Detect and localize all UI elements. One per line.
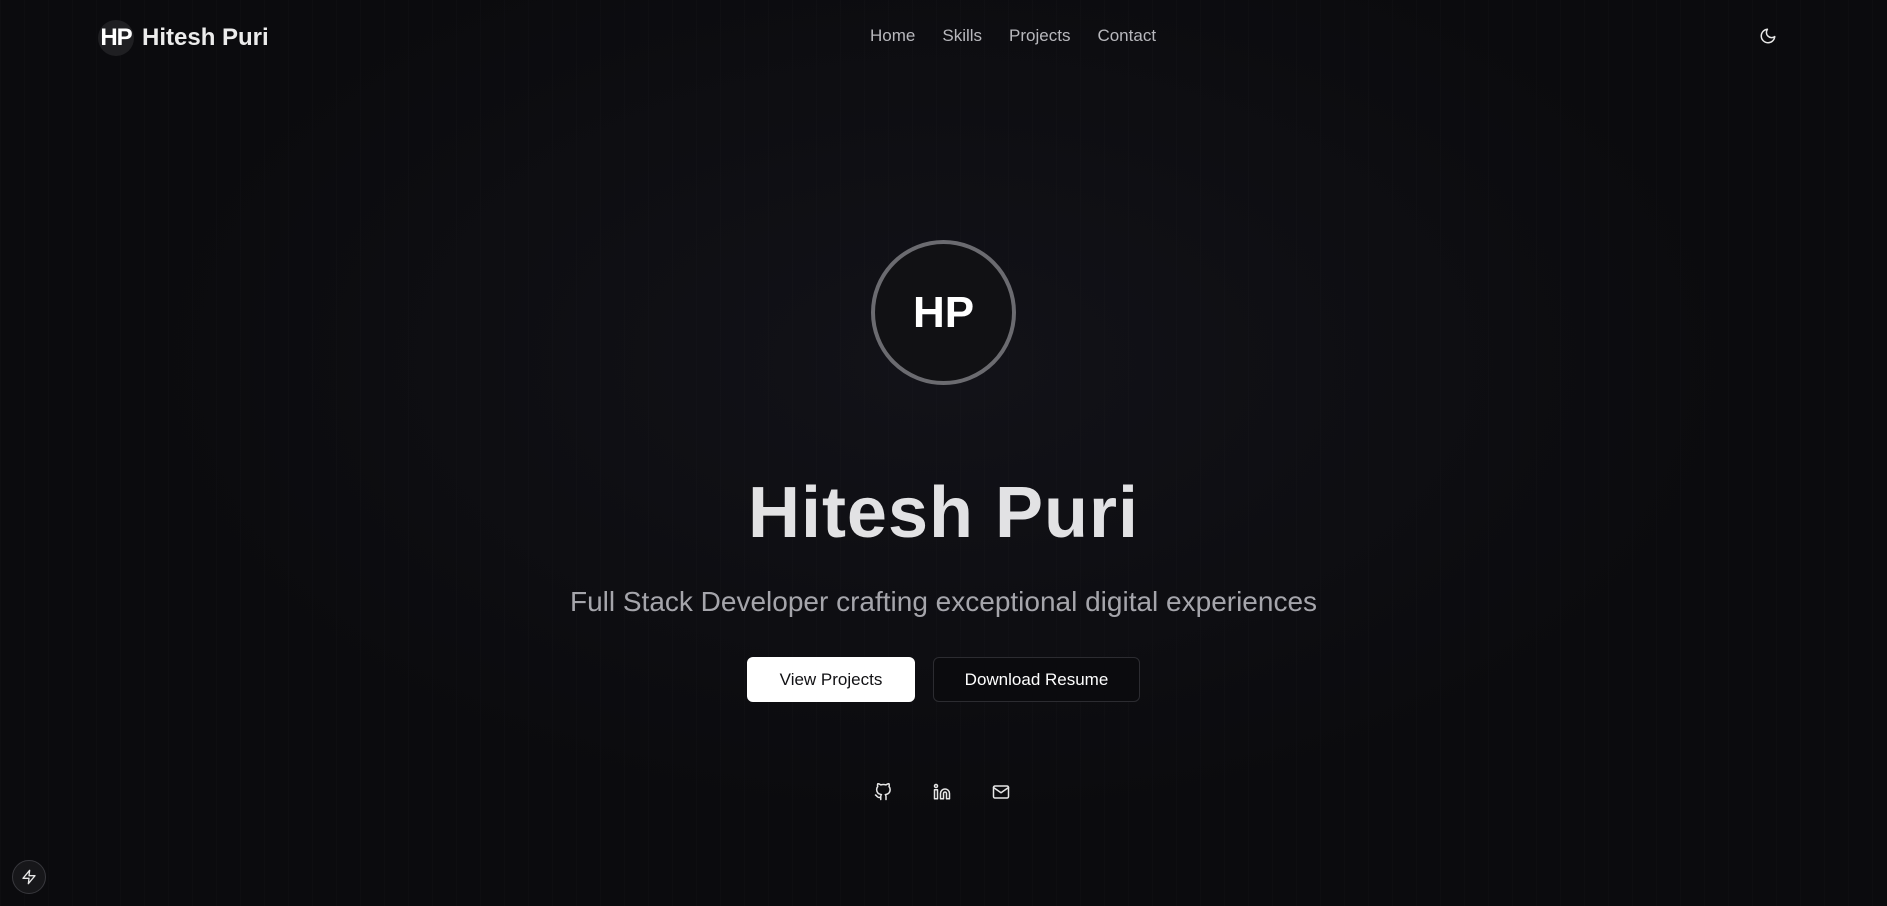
linkedin-icon: [933, 783, 951, 800]
theme-toggle-button[interactable]: [1756, 24, 1780, 48]
nav-link-contact[interactable]: Contact: [1097, 26, 1156, 46]
mail-icon: [992, 785, 1010, 799]
download-resume-button[interactable]: Download Resume: [933, 657, 1140, 702]
hero-tagline: Full Stack Developer crafting exceptiona…: [569, 586, 1318, 617]
brand-logo: HP: [98, 20, 134, 56]
email-link[interactable]: [990, 781, 1012, 803]
brand-name: Hitesh Puri: [142, 24, 269, 51]
moon-icon: [1760, 28, 1776, 44]
hero-title: Hitesh Puri: [747, 473, 1140, 553]
view-projects-button[interactable]: View Projects: [747, 657, 915, 702]
github-link[interactable]: [872, 781, 894, 803]
navbar: HP Hitesh Puri Home Skills Projects Cont…: [0, 0, 1887, 72]
social-links: [872, 781, 1012, 803]
lightning-icon: [22, 869, 36, 885]
github-icon: [874, 783, 891, 801]
brand[interactable]: HP Hitesh Puri: [98, 20, 269, 56]
nav-link-home[interactable]: Home: [870, 26, 915, 46]
nav-link-projects[interactable]: Projects: [1009, 26, 1070, 46]
linkedin-link[interactable]: [931, 781, 953, 803]
floating-action-button[interactable]: [12, 860, 46, 894]
nav-link-skills[interactable]: Skills: [942, 26, 982, 46]
cta-row: View Projects Download Resume: [747, 657, 1140, 702]
avatar: HP: [871, 240, 1016, 385]
nav-links: Home Skills Projects Contact: [870, 26, 1156, 46]
avatar-initials: HP: [912, 287, 975, 337]
